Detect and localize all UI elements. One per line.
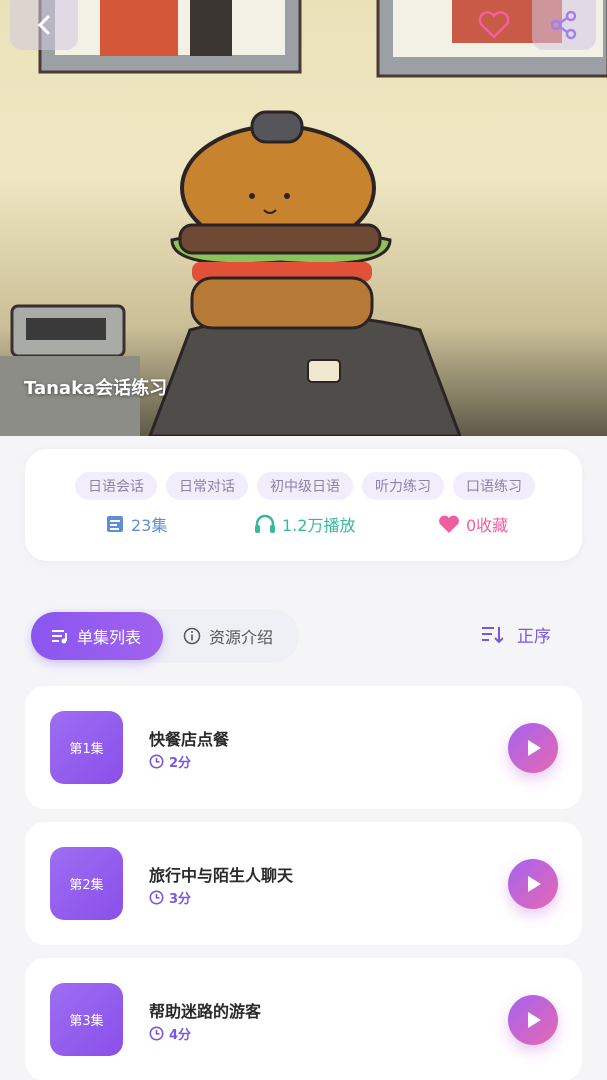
heart-icon [478, 11, 510, 39]
episode-count: 23集 [131, 516, 168, 535]
chevron-left-icon [37, 15, 50, 35]
playlist-icon [52, 630, 67, 644]
favorite-button[interactable] [470, 0, 518, 50]
clock-icon [149, 1026, 164, 1041]
duration-text: 4分 [169, 1028, 192, 1043]
episode-title: 快餐店点餐 [149, 730, 230, 749]
clock-icon [149, 890, 164, 905]
episode-duration: 2分 [149, 752, 191, 771]
tag[interactable]: 初中级日语 [257, 472, 353, 500]
share-icon [550, 10, 577, 40]
tag-list: 日语会话 日常对话 初中级日语 听力练习 口语练习 [75, 472, 535, 500]
sort-label: 正序 [517, 627, 551, 647]
episode-badge: 第1集 [50, 711, 123, 784]
play-count: 1.2万播放 [282, 516, 356, 535]
tag[interactable]: 日语会话 [75, 472, 157, 500]
play-button[interactable] [508, 995, 558, 1045]
tab-label: 单集列表 [77, 628, 142, 647]
favorite-count: 0收藏 [466, 516, 509, 535]
cover-illustration [0, 0, 607, 436]
tag[interactable]: 日常对话 [166, 472, 248, 500]
episode-item[interactable]: 第3集 帮助迷路的游客 4分 [25, 958, 582, 1080]
episode-count-stat: 23集 [105, 512, 167, 536]
play-icon [528, 740, 541, 756]
share-button[interactable] [532, 0, 596, 50]
episode-item[interactable]: 第1集 快餐店点餐 2分 [25, 686, 582, 809]
play-icon [528, 876, 541, 892]
episode-badge: 第2集 [50, 847, 123, 920]
info-icon [183, 627, 201, 645]
play-button[interactable] [508, 859, 558, 909]
clock-icon [149, 754, 164, 769]
duration-text: 3分 [169, 892, 192, 907]
back-button[interactable] [10, 0, 78, 50]
play-icon [528, 1012, 541, 1028]
episode-duration: 3分 [149, 888, 191, 907]
list-icon [107, 516, 123, 532]
tab-episode-list[interactable]: 单集列表 [31, 612, 163, 660]
cover-image: Tanaka会话练习 [0, 0, 607, 436]
episode-item[interactable]: 第2集 旅行中与陌生人聊天 3分 [25, 822, 582, 945]
tag[interactable]: 听力练习 [362, 472, 444, 500]
tag[interactable]: 口语练习 [453, 472, 535, 500]
episode-duration: 4分 [149, 1024, 191, 1043]
sort-icon [482, 626, 503, 643]
episode-badge: 第3集 [50, 983, 123, 1056]
play-button[interactable] [508, 723, 558, 773]
duration-text: 2分 [169, 756, 192, 771]
album-info-card: 日语会话 日常对话 初中级日语 听力练习 口语练习 23集 1.2万播放 0收藏 [25, 449, 582, 561]
headphones-icon [255, 514, 275, 533]
favorite-count-stat: 0收藏 [438, 512, 508, 536]
play-count-stat: 1.2万播放 [254, 512, 355, 536]
tab-bar: 单集列表 资源介绍 [31, 609, 299, 663]
tab-label: 资源介绍 [209, 628, 274, 647]
album-title: Tanaka会话练习 [24, 378, 168, 399]
heart-icon [439, 515, 459, 533]
tab-resource-intro[interactable]: 资源介绍 [183, 612, 273, 660]
episode-title: 帮助迷路的游客 [149, 1002, 262, 1021]
episode-title: 旅行中与陌生人聊天 [149, 866, 294, 885]
sort-button[interactable]: 正序 [481, 622, 551, 647]
